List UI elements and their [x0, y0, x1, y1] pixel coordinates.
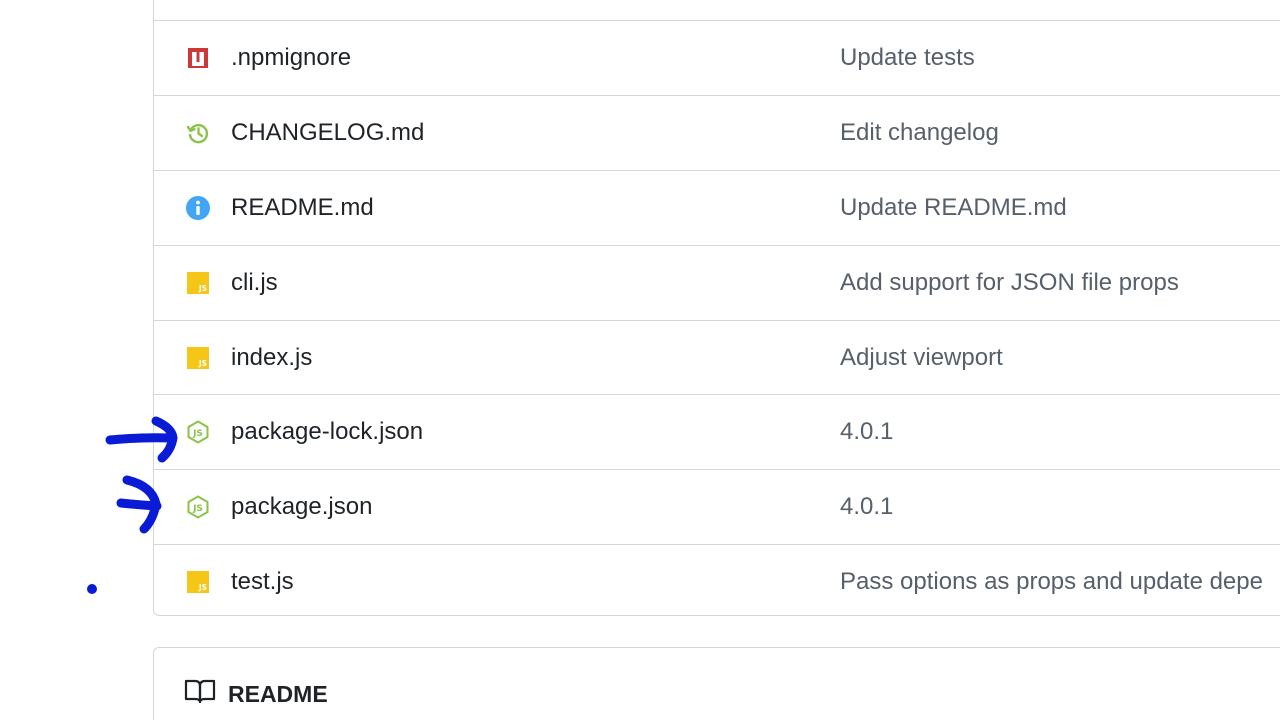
javascript-file-icon: JS	[186, 570, 210, 594]
file-row-changelog[interactable]: CHANGELOG.md Edit changelog	[154, 95, 1280, 169]
commit-message[interactable]: 4.0.1	[840, 470, 893, 544]
file-name[interactable]: cli.js	[231, 246, 278, 320]
file-list: .npmignore Update tests CHANGELOG.md Edi…	[153, 0, 1280, 616]
svg-text:JS: JS	[198, 284, 207, 293]
readme-panel: README	[153, 647, 1280, 720]
file-row-npmignore[interactable]: .npmignore Update tests	[154, 20, 1280, 94]
file-name[interactable]: README.md	[231, 171, 374, 245]
file-name[interactable]: package.json	[231, 470, 372, 544]
file-row-package-lock[interactable]: JS package-lock.json 4.0.1	[154, 394, 1280, 468]
file-row-test[interactable]: JS test.js Pass options as props and upd…	[154, 544, 1280, 618]
commit-message[interactable]: Adjust viewport	[840, 321, 1003, 395]
file-row-package[interactable]: JS package.json 4.0.1	[154, 469, 1280, 543]
annotation-arrow-2	[116, 498, 162, 511]
file-name[interactable]: CHANGELOG.md	[231, 96, 424, 170]
commit-message[interactable]: Add support for JSON file props	[840, 246, 1179, 320]
file-row-readme[interactable]: README.md Update README.md	[154, 170, 1280, 244]
annotation-dot	[87, 584, 97, 594]
annotation-arrow-2-head	[122, 475, 161, 534]
page: .npmignore Update tests CHANGELOG.md Edi…	[0, 0, 1280, 720]
book-icon	[184, 678, 216, 704]
info-icon	[186, 196, 210, 220]
file-row-cli[interactable]: JS cli.js Add support for JSON file prop…	[154, 245, 1280, 319]
javascript-file-icon: JS	[186, 271, 210, 295]
file-name[interactable]: test.js	[231, 545, 294, 619]
history-icon	[186, 121, 210, 145]
commit-message[interactable]: Pass options as props and update depe	[840, 545, 1263, 619]
npm-icon	[186, 46, 210, 70]
commit-message[interactable]: Edit changelog	[840, 96, 999, 170]
javascript-file-icon: JS	[186, 346, 210, 370]
commit-message[interactable]: Update tests	[840, 21, 975, 95]
nodejs-icon: JS	[186, 495, 210, 519]
svg-text:JS: JS	[198, 359, 207, 368]
nodejs-icon: JS	[186, 420, 210, 444]
readme-title: README	[228, 681, 328, 707]
commit-message[interactable]: Update README.md	[840, 171, 1067, 245]
file-row-index[interactable]: JS index.js Adjust viewport	[154, 320, 1280, 394]
svg-text:JS: JS	[192, 429, 203, 439]
file-name[interactable]: .npmignore	[231, 21, 351, 95]
svg-text:JS: JS	[198, 583, 207, 592]
file-name[interactable]: index.js	[231, 321, 312, 395]
file-name[interactable]: package-lock.json	[231, 395, 423, 469]
svg-text:JS: JS	[192, 504, 203, 514]
commit-message[interactable]: 4.0.1	[840, 395, 893, 469]
